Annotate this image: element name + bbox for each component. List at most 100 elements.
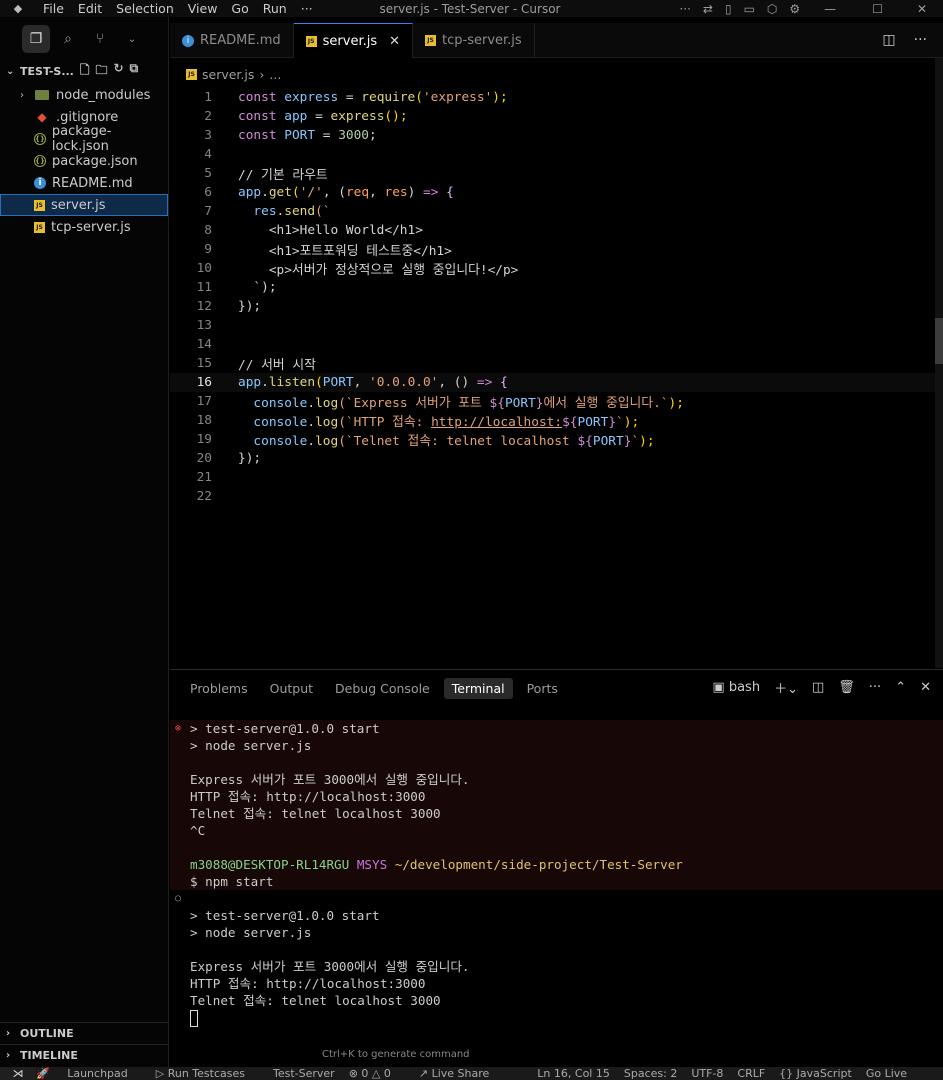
- git-icon: ◆: [37, 110, 47, 124]
- gear-icon[interactable]: ⚙: [783, 2, 806, 16]
- status-language[interactable]: {} JavaScript: [779, 1067, 852, 1080]
- status-launchpad[interactable]: 🚀 Launchpad: [36, 1067, 142, 1080]
- tab-debug-console[interactable]: Debug Console: [327, 678, 438, 699]
- tree-item-label: .gitignore: [56, 109, 119, 125]
- title-bar: ◆ File Edit Selection View Go Run ··· se…: [0, 0, 943, 17]
- toggle-panel-icon[interactable]: ▭: [738, 2, 761, 16]
- new-folder-icon[interactable]: 🗀: [96, 61, 108, 82]
- code-line: 3 const PORT = 3000;: [204, 128, 377, 143]
- code-line: 4: [204, 147, 212, 162]
- remote-icon[interactable]: ⋊: [0, 1067, 36, 1080]
- split-editor-icon[interactable]: ◫: [882, 32, 895, 48]
- explorer-section-header[interactable]: ⌄ TEST-S... 🗋 🗀 ↻ ⧉: [0, 61, 168, 81]
- code-line: 11 `);: [196, 280, 277, 295]
- editor-scrollbar[interactable]: [935, 58, 943, 668]
- app-logo-icon: ◆: [13, 2, 23, 15]
- search-icon[interactable]: ⌕: [54, 25, 82, 53]
- split-terminal-icon[interactable]: ◫: [812, 680, 824, 695]
- tab-output[interactable]: Output: [262, 678, 321, 699]
- js-icon: JS: [305, 35, 317, 47]
- status-run-testcases[interactable]: ▷ Run Testcases: [156, 1067, 259, 1080]
- status-problems[interactable]: ⊗ 0 △ 0: [349, 1067, 405, 1080]
- terminal-shell-selector[interactable]: ▣ bash: [712, 680, 760, 695]
- chevron-down-icon: ⌄: [6, 65, 15, 77]
- status-encoding[interactable]: UTF-8: [691, 1067, 723, 1080]
- menu-run[interactable]: Run: [256, 1, 294, 16]
- toggle-sidebar-icon[interactable]: ▯: [719, 2, 738, 16]
- tree-file-package-lock[interactable]: {} package-lock.json: [0, 124, 168, 154]
- maximize-panel-icon[interactable]: ⌃: [895, 680, 906, 695]
- source-control-icon[interactable]: ⑂: [86, 25, 114, 53]
- js-icon: JS: [34, 221, 45, 233]
- more-icon[interactable]: ···: [673, 2, 696, 16]
- tree-file-server-js[interactable]: JS server.js: [0, 194, 168, 216]
- extensions-cube-icon[interactable]: ⬡: [761, 2, 783, 16]
- scrollbar-thumb[interactable]: [935, 318, 943, 364]
- tree-file-readme[interactable]: i README.md: [0, 172, 168, 194]
- timeline-label: TIMELINE: [20, 1049, 78, 1062]
- terminal-line: ^C: [190, 823, 206, 838]
- tab-tcp-server-js[interactable]: JS tcp-server.js: [413, 23, 535, 58]
- explorer-icon[interactable]: ❐: [22, 25, 50, 53]
- breadcrumb-separator: ›: [259, 66, 265, 82]
- tab-server-js[interactable]: JS server.js ✕: [293, 23, 414, 58]
- close-panel-icon[interactable]: ✕: [920, 680, 931, 695]
- outline-section[interactable]: › OUTLINE: [0, 1022, 169, 1044]
- status-eol[interactable]: CRLF: [737, 1067, 765, 1080]
- terminal-line: > test-server@1.0.0 start: [190, 908, 380, 923]
- code-line: 18 console.log(`HTTP 접속: http://localhos…: [196, 413, 640, 430]
- refresh-icon[interactable]: ↻: [114, 61, 124, 82]
- terminal-prompt: m3088@DESKTOP-RL14RGU MSYS ~/development…: [190, 857, 683, 872]
- code-line: 20});: [196, 451, 262, 466]
- js-icon: JS: [425, 35, 437, 46]
- tab-label: README.md: [200, 33, 281, 48]
- json-icon: {}: [33, 133, 46, 145]
- terminal-line: HTTP 접속: http://localhost:3000: [190, 789, 426, 804]
- workspace-title: TEST-S...: [20, 64, 74, 78]
- breadcrumb-file[interactable]: server.js: [202, 67, 254, 82]
- tab-ports[interactable]: Ports: [519, 678, 566, 699]
- more-icon[interactable]: ···: [869, 680, 881, 695]
- close-icon[interactable]: ✕: [389, 34, 400, 49]
- tab-readme[interactable]: i README.md: [170, 23, 294, 58]
- new-terminal-icon[interactable]: ＋⌄: [774, 678, 798, 697]
- trash-icon[interactable]: 🗑: [838, 680, 855, 695]
- status-project[interactable]: Test-Server: [273, 1067, 335, 1080]
- breadcrumb-rest[interactable]: ...: [269, 67, 281, 82]
- status-indentation[interactable]: Spaces: 2: [624, 1067, 677, 1080]
- minimize-icon[interactable]: —: [806, 2, 854, 16]
- terminal-line: HTTP 접속: http://localhost:3000: [190, 976, 426, 991]
- code-line: 19 console.log(`Telnet 접속: telnet localh…: [196, 432, 655, 449]
- code-line: 7 res.send(`: [204, 204, 331, 219]
- menu-file[interactable]: File: [36, 1, 71, 16]
- status-go-live[interactable]: Go Live: [866, 1067, 907, 1080]
- code-line: 14: [196, 337, 212, 352]
- editor-tabs: i README.md JS server.js ✕ JS tcp-server…: [170, 23, 943, 58]
- tab-problems[interactable]: Problems: [182, 678, 256, 699]
- collapse-all-icon[interactable]: ⧉: [130, 61, 139, 82]
- new-file-icon[interactable]: 🗋: [80, 61, 90, 82]
- status-cursor-position[interactable]: Ln 16, Col 15: [537, 1067, 610, 1080]
- tree-file-tcp-server-js[interactable]: JS tcp-server.js: [0, 216, 168, 238]
- menu-go[interactable]: Go: [224, 1, 255, 16]
- code-editor[interactable]: 1 const express = require('express'); 2 co…: [170, 88, 935, 668]
- menu-more[interactable]: ···: [294, 1, 320, 16]
- terminal-output[interactable]: ⊗ > test-server@1.0.0 start > node server…: [170, 720, 943, 1027]
- terminal-line: > node server.js: [190, 738, 312, 753]
- close-window-icon[interactable]: ✕: [901, 2, 943, 16]
- menu-view[interactable]: View: [181, 1, 225, 16]
- swap-icon[interactable]: ⇄: [697, 2, 719, 16]
- chevron-down-icon[interactable]: ⌄: [118, 25, 146, 53]
- status-live-share[interactable]: ↗ Live Share: [419, 1067, 503, 1080]
- more-actions-icon[interactable]: ···: [914, 32, 927, 48]
- tab-terminal[interactable]: Terminal: [443, 677, 513, 699]
- maximize-icon[interactable]: ☐: [854, 2, 901, 16]
- window-title: server.js - Test-Server - Cursor: [379, 1, 561, 16]
- tree-folder-node-modules[interactable]: › node_modules: [0, 84, 168, 106]
- code-line-current: 16 app.listen(PORT, '0.0.0.0', () => {: [170, 373, 935, 392]
- timeline-section[interactable]: › TIMELINE: [0, 1044, 169, 1066]
- menu-edit[interactable]: Edit: [71, 1, 109, 16]
- menu-selection[interactable]: Selection: [109, 1, 181, 16]
- shell-label: bash: [728, 680, 761, 695]
